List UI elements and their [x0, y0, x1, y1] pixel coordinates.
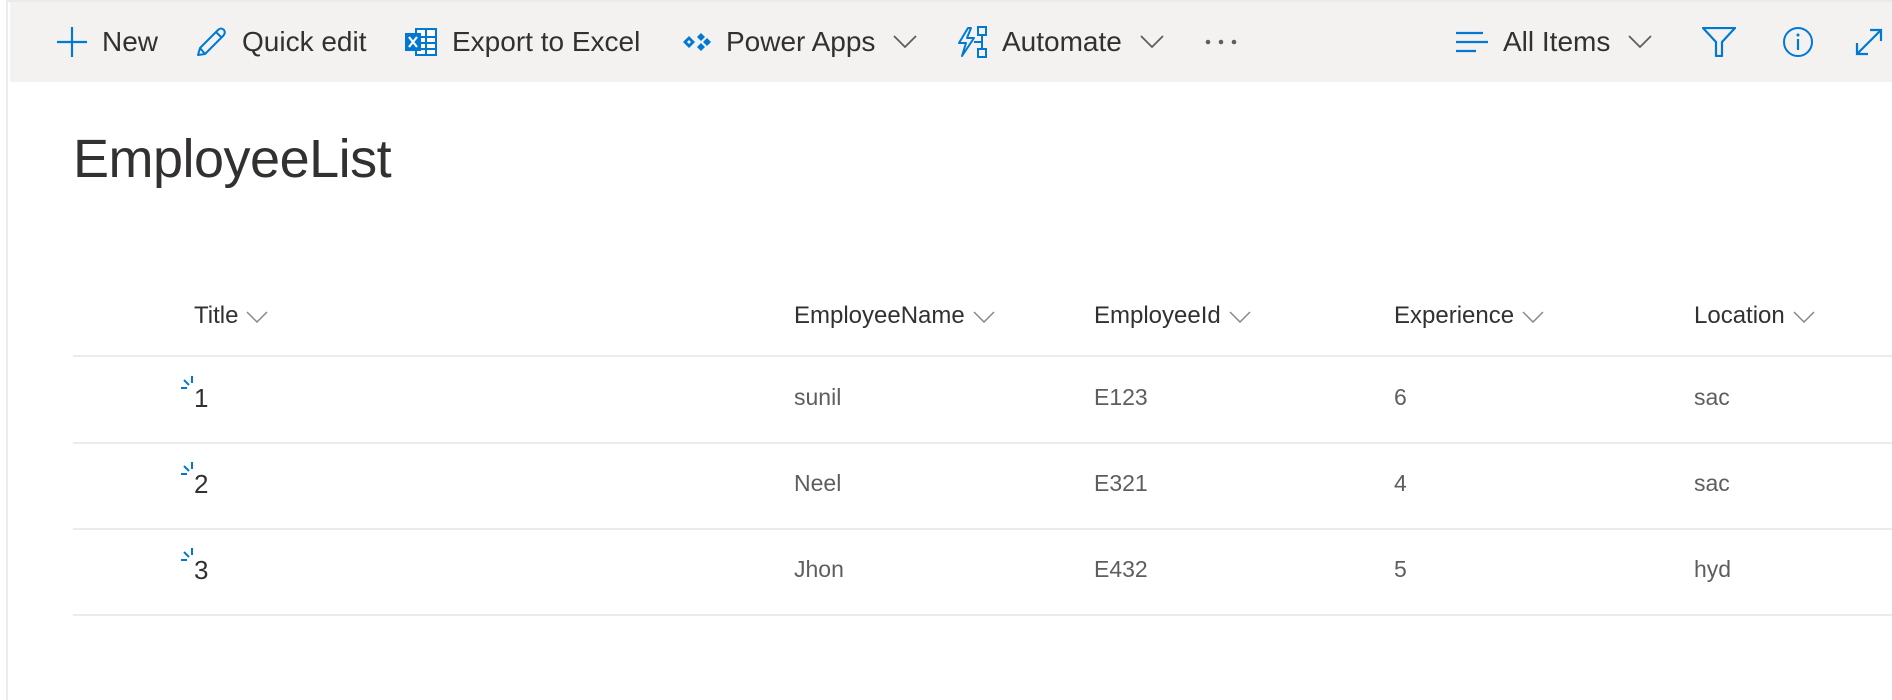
- automate-label: Automate: [1002, 26, 1122, 57]
- quick-edit-label: Quick edit: [242, 26, 367, 57]
- column-header-label: EmployeeId: [1094, 302, 1221, 329]
- column-header-label: Location: [1694, 302, 1785, 329]
- experience-cell: 6: [1394, 384, 1407, 410]
- left-border: [0, 0, 8, 700]
- row-divider: [73, 614, 1892, 616]
- automate-icon: [954, 25, 988, 59]
- quick-edit-button[interactable]: Quick edit: [194, 2, 367, 82]
- employee-name-cell: sunil: [794, 384, 842, 410]
- info-icon: [1782, 26, 1814, 58]
- power-apps-icon: [682, 30, 712, 54]
- excel-icon: [404, 26, 438, 58]
- chevron-down-icon: [973, 302, 995, 330]
- chevron-down-icon: [893, 35, 918, 49]
- view-label: All Items: [1503, 26, 1611, 57]
- row-divider: [73, 442, 1892, 444]
- title-link[interactable]: 1: [194, 383, 208, 414]
- expand-button[interactable]: [1854, 2, 1884, 82]
- new-button[interactable]: New: [56, 2, 158, 82]
- page-title: EmployeeList: [73, 129, 392, 189]
- column-header-location[interactable]: Location: [1694, 302, 1815, 330]
- column-header-label: Title: [194, 302, 239, 329]
- chevron-down-icon: [1522, 302, 1544, 330]
- view-list-icon: [1455, 31, 1489, 53]
- chevron-down-icon: [1793, 302, 1815, 330]
- title-link[interactable]: 2: [194, 469, 208, 500]
- info-button[interactable]: [1782, 2, 1814, 82]
- chevron-down-icon: [246, 302, 268, 330]
- employee-id-cell: E123: [1094, 384, 1148, 410]
- title-link[interactable]: 3: [194, 555, 208, 586]
- command-bar: New Quick edit Export to Excel Power App…: [10, 2, 1892, 82]
- more-icon: [1204, 38, 1238, 46]
- filter-button[interactable]: [1702, 2, 1736, 82]
- chevron-down-icon: [1628, 35, 1652, 49]
- power-apps-label: Power Apps: [726, 26, 876, 57]
- plus-icon: [56, 26, 88, 58]
- column-header-title[interactable]: Title: [194, 302, 268, 330]
- automate-button[interactable]: Automate: [954, 2, 1164, 82]
- filter-icon: [1702, 27, 1736, 57]
- employee-name-cell: Jhon: [794, 556, 844, 582]
- view-selector[interactable]: All Items: [1455, 2, 1652, 82]
- more-options-button[interactable]: [1204, 2, 1238, 82]
- chevron-down-icon: [1229, 302, 1251, 330]
- column-header-experience[interactable]: Experience: [1394, 302, 1544, 330]
- pencil-icon: [194, 25, 228, 59]
- location-cell: sac: [1694, 470, 1730, 496]
- location-cell: hyd: [1694, 556, 1732, 582]
- column-header-label: EmployeeName: [794, 302, 965, 329]
- experience-cell: 5: [1394, 556, 1407, 582]
- new-label: New: [102, 26, 159, 57]
- header-divider: [73, 355, 1892, 357]
- export-to-excel-label: Export to Excel: [452, 26, 641, 57]
- column-header-employeeid[interactable]: EmployeeId: [1094, 302, 1251, 330]
- column-header-label: Experience: [1394, 302, 1515, 329]
- employee-name-cell: Neel: [794, 470, 842, 496]
- location-cell: sac: [1694, 384, 1730, 410]
- chevron-down-icon: [1140, 35, 1164, 49]
- expand-icon: [1854, 27, 1884, 57]
- power-apps-button[interactable]: Power Apps: [682, 2, 918, 82]
- export-to-excel-button[interactable]: Export to Excel: [404, 2, 640, 82]
- column-header-employeename[interactable]: EmployeeName: [794, 302, 995, 330]
- employee-id-cell: E432: [1094, 556, 1148, 582]
- employee-id-cell: E321: [1094, 470, 1148, 496]
- row-divider: [73, 528, 1892, 530]
- experience-cell: 4: [1394, 470, 1407, 496]
